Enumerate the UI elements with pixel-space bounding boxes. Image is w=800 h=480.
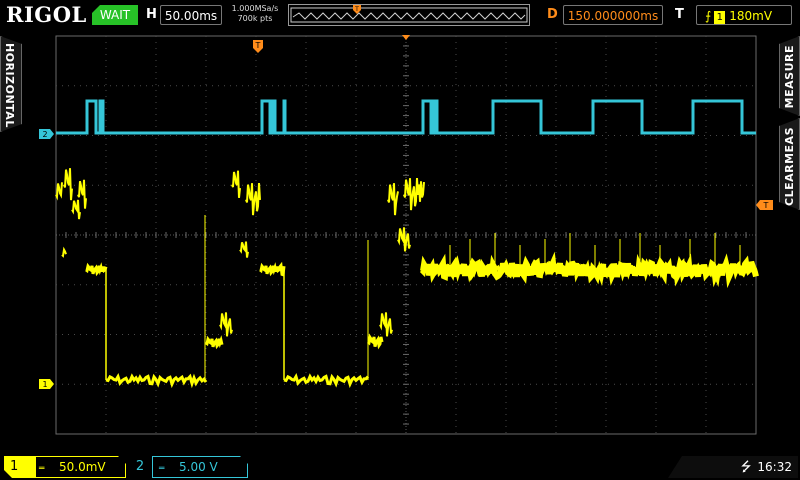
measure-tab-label: MEASURE [783,45,796,109]
clear-measure-tab-label: CLEARMEAS [783,127,796,206]
channel2-scale[interactable]: ═ 5.00 V [152,456,248,478]
dc-coupling-icon: ═ [39,464,45,474]
measure-menu-tab[interactable]: MEASURE [779,36,800,116]
channel2-offset-marker[interactable]: 2 [39,129,54,139]
clear-measure-tab[interactable]: CLEARMEAS [779,118,800,210]
waveform-display[interactable]: T T 2 1 [0,0,800,452]
channel1-offset-marker[interactable]: 1 [39,379,54,389]
channel1-button[interactable]: 1 [4,456,36,478]
channel1-scale[interactable]: ═ 50.0mV [32,456,126,478]
channel2-scale-value: 5.00 V [179,460,218,474]
system-status: ⭍ 16:32 [668,456,798,478]
trigger-position-marker[interactable]: T [253,40,263,53]
svg-text:1: 1 [42,380,47,389]
horizontal-tab-label: HORIZONTAL [3,43,16,128]
channel1-scale-value: 50.0mV [59,460,106,474]
clock-time: 16:32 [757,460,792,474]
svg-text:T: T [763,201,769,210]
bottom-status-bar: 1 ═ 50.0mV 2 ═ 5.00 V ⭍ 16:32 [0,452,800,480]
graticule [55,35,757,435]
svg-text:T: T [255,41,261,50]
channel2-button[interactable]: 2 [128,456,152,478]
usb-icon: ⭍ [740,460,752,475]
horizontal-menu-tab[interactable]: HORIZONTAL [0,36,22,132]
screen-center-marker [402,35,410,40]
trigger-level-marker[interactable]: T [756,200,773,210]
svg-text:2: 2 [42,130,47,139]
dc-coupling-icon: ═ [159,464,165,474]
